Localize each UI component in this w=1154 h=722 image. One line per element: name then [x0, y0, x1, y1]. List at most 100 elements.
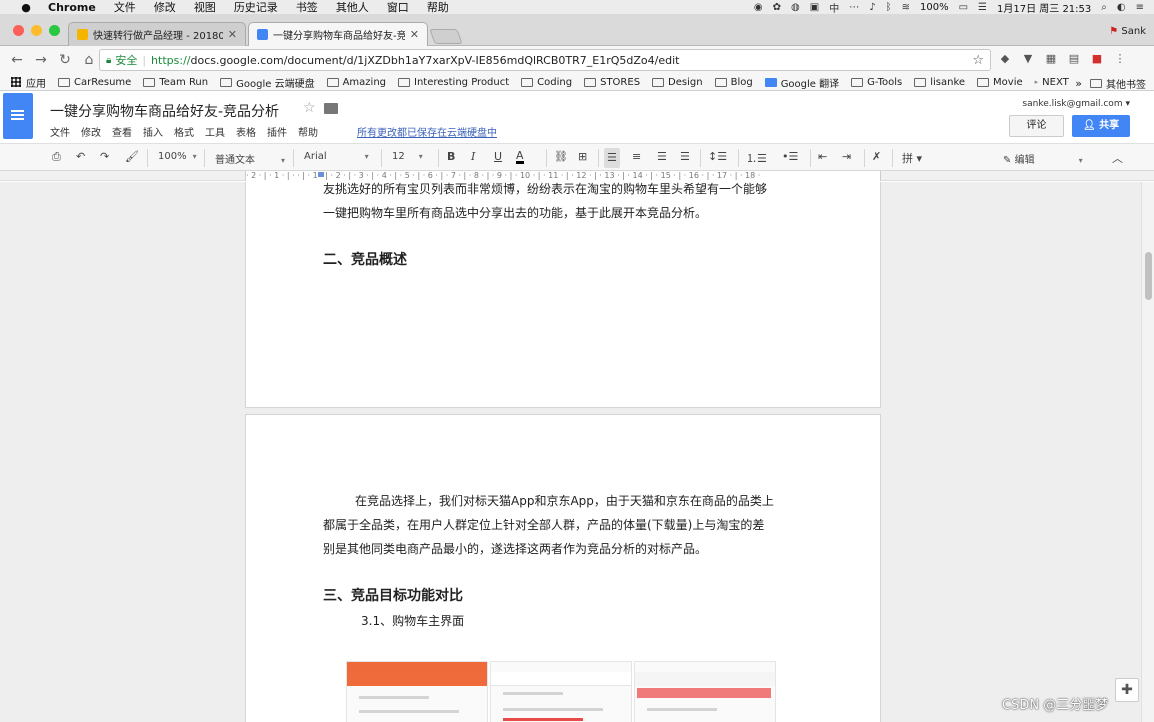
- ruler-track[interactable]: · 2 · | · 1 · | · · | · 1 · | · 2 · | · …: [245, 171, 881, 181]
- bookmark-folder[interactable]: STORES: [584, 77, 640, 88]
- jd-cart-screenshot[interactable]: [490, 661, 632, 722]
- minimize-window-button[interactable]: [31, 25, 42, 36]
- new-tab-button[interactable]: [429, 29, 463, 44]
- profile-button[interactable]: ⚑ Sank: [1109, 26, 1146, 37]
- docs-menu-addons[interactable]: 插件: [267, 124, 287, 139]
- close-window-button[interactable]: [13, 25, 24, 36]
- close-tab-icon[interactable]: ✕: [410, 28, 419, 41]
- align-left-icon[interactable]: ☰: [604, 148, 620, 168]
- clear-formatting-icon[interactable]: ✗: [872, 150, 881, 163]
- bookmark-folder[interactable]: lisanke: [914, 77, 965, 88]
- more-bookmarks-chevron-icon[interactable]: »: [1075, 77, 1082, 90]
- docs-menu-file[interactable]: 文件: [50, 124, 70, 139]
- star-document-icon[interactable]: ☆: [303, 100, 316, 116]
- url-text[interactable]: https://docs.google.com/document/d/1jXZD…: [151, 54, 679, 67]
- underline-icon[interactable]: U: [494, 150, 502, 163]
- undo-icon[interactable]: ↶: [76, 150, 85, 163]
- taobao-cart-screenshot[interactable]: [634, 661, 776, 722]
- docs-menu-table[interactable]: 表格: [236, 124, 256, 139]
- other-bookmarks[interactable]: » 其他书签: [1075, 76, 1146, 90]
- redo-icon[interactable]: ↷: [100, 150, 109, 163]
- address-bar[interactable]: 🔒︎ 安全 | https://docs.google.com/document…: [99, 49, 991, 71]
- embedded-screenshots[interactable]: [346, 661, 776, 722]
- clipboard-icon[interactable]: ☰: [978, 2, 987, 13]
- docs-menu-edit[interactable]: 修改: [81, 124, 101, 139]
- menu-app-chrome[interactable]: Chrome: [48, 1, 96, 14]
- tab-competitive-analysis[interactable]: 一键分享购物车商品给好友-竞品 ✕: [248, 22, 428, 46]
- bold-icon[interactable]: B: [447, 150, 455, 163]
- bookmark-apps[interactable]: 应用: [11, 75, 46, 90]
- wifi-icon[interactable]: ≋: [902, 2, 910, 13]
- docs-menu-view[interactable]: 查看: [112, 124, 132, 139]
- bluetooth-icon[interactable]: ᛒ: [886, 2, 892, 13]
- align-center-icon[interactable]: ≡: [632, 150, 641, 163]
- paint-format-icon[interactable]: 🖌︎: [125, 150, 139, 163]
- bookmark-folder[interactable]: Amazing: [326, 77, 386, 88]
- tmall-cart-screenshot[interactable]: [346, 661, 488, 722]
- qr-code-extension-icon[interactable]: ▦: [1044, 52, 1058, 66]
- volume-icon[interactable]: ♪: [869, 2, 875, 13]
- vertical-scrollbar[interactable]: [1141, 182, 1154, 722]
- menu-help[interactable]: 帮助: [427, 0, 449, 15]
- flower-icon[interactable]: ✿: [773, 2, 781, 13]
- tab-product-course[interactable]: 快速转行做产品经理 - 2018011 ✕: [68, 22, 246, 46]
- print-icon[interactable]: ⎙: [52, 150, 61, 164]
- align-right-icon[interactable]: ☰: [657, 150, 667, 163]
- bookmark-folder[interactable]: CarResume: [58, 77, 131, 88]
- account-switcher[interactable]: sanke.lisk@gmail.com ▾: [1022, 99, 1130, 109]
- reload-icon[interactable]: ↻: [54, 52, 76, 68]
- move-to-folder-icon[interactable]: [324, 103, 338, 114]
- dots-icon[interactable]: ⋯: [849, 2, 859, 13]
- paragraph-style-select[interactable]: 普通文本 ▾: [215, 151, 285, 166]
- decrease-indent-icon[interactable]: ⇤: [818, 150, 827, 163]
- docs-menu-help[interactable]: 帮助: [298, 124, 318, 139]
- font-select[interactable]: Arial ▾: [304, 151, 369, 162]
- input-method-icon[interactable]: 中: [829, 0, 839, 15]
- reader-extension-icon[interactable]: ▤: [1067, 52, 1081, 66]
- zoom-window-button[interactable]: [49, 25, 60, 36]
- bookmark-google-translate[interactable]: Google 翻译: [764, 75, 839, 90]
- bookmark-star-icon[interactable]: ☆: [972, 53, 984, 68]
- save-status-link[interactable]: 所有更改都已保存在云端硬盘中: [357, 124, 497, 139]
- menu-window[interactable]: 窗口: [387, 0, 409, 15]
- forward-arrow-icon[interactable]: →: [30, 52, 52, 68]
- back-arrow-icon[interactable]: ←: [6, 52, 28, 68]
- bookmark-folder[interactable]: Movie: [977, 77, 1023, 88]
- close-tab-icon[interactable]: ✕: [228, 28, 237, 41]
- bulleted-list-icon[interactable]: •☰: [782, 150, 798, 163]
- text-color-icon[interactable]: A: [516, 150, 524, 164]
- docs-menu-format[interactable]: 格式: [174, 124, 194, 139]
- align-justify-icon[interactable]: ☰: [680, 150, 690, 163]
- insert-link-icon[interactable]: ⛓︎: [554, 150, 568, 163]
- battery-icon[interactable]: ▭: [959, 2, 968, 13]
- user-icon[interactable]: ◐: [1117, 2, 1126, 13]
- docs-menu-tools[interactable]: 工具: [205, 124, 225, 139]
- italic-icon[interactable]: I: [471, 150, 475, 163]
- docs-menu-insert[interactable]: 插入: [143, 124, 163, 139]
- record-icon[interactable]: ◉: [754, 2, 763, 13]
- bookmark-next[interactable]: ▸ NEXT: [1035, 77, 1069, 88]
- bookmark-folder[interactable]: G-Tools: [851, 77, 902, 88]
- evernote-extension-icon[interactable]: ◆: [998, 52, 1012, 66]
- menu-view[interactable]: 视图: [194, 0, 216, 15]
- bookmark-folder[interactable]: Interesting Product: [398, 77, 509, 88]
- bookmark-folder[interactable]: Team Run: [143, 77, 208, 88]
- pocket-extension-icon[interactable]: ▼: [1021, 52, 1035, 66]
- lastpass-extension-icon[interactable]: ■: [1090, 52, 1104, 66]
- zoom-select[interactable]: 100% ▾: [158, 151, 197, 162]
- indent-marker[interactable]: [318, 172, 324, 177]
- bookmark-folder[interactable]: Design: [652, 77, 703, 88]
- evernote-icon[interactable]: ▣: [810, 2, 819, 13]
- numbered-list-icon[interactable]: ⒈☰: [746, 150, 767, 166]
- menu-people[interactable]: 其他人: [336, 0, 369, 15]
- add-comment-icon[interactable]: ⊞: [578, 150, 587, 163]
- notification-center-icon[interactable]: ≡: [1136, 2, 1144, 13]
- share-button[interactable]: 👤︎ 共享: [1072, 115, 1130, 137]
- font-size-select[interactable]: 12 ▾: [392, 151, 423, 162]
- document-page[interactable]: 友挑选好的所有宝贝列表而非常烦博，纷纷表示在淘宝的购物车里头希望有一个能够 一键…: [245, 182, 881, 408]
- clock[interactable]: 1月17日 周三 21:53: [997, 0, 1091, 15]
- search-icon[interactable]: ⌕: [1101, 2, 1107, 13]
- menu-history[interactable]: 历史记录: [234, 0, 278, 15]
- comments-button[interactable]: 评论: [1009, 115, 1064, 137]
- lock-icon[interactable]: 🔒︎: [106, 55, 111, 66]
